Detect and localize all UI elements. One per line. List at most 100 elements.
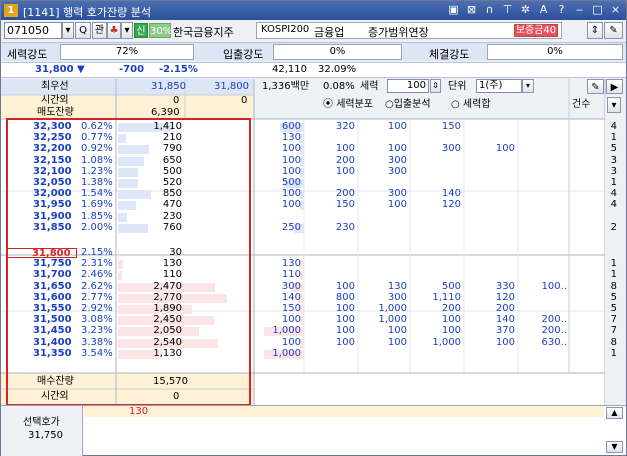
force-cell xyxy=(359,270,407,280)
market-index: KOSPI200 xyxy=(261,24,310,35)
search-icon[interactable]: Q xyxy=(75,22,91,39)
force-cell xyxy=(519,293,567,303)
force-cell: 120 xyxy=(441,199,461,211)
force-cell: 140 xyxy=(441,188,461,200)
inout-value: 0% xyxy=(273,44,402,60)
link-icon[interactable]: ∩ xyxy=(483,3,496,17)
force-cell: 200 xyxy=(335,154,355,166)
force-cell: 100 xyxy=(281,165,301,177)
force-cell: 150 xyxy=(335,199,355,211)
sell-offhours-label: 시간외 xyxy=(41,95,69,106)
force-cell xyxy=(413,156,461,166)
help-icon[interactable]: ? xyxy=(555,3,568,17)
force-cell: 800 xyxy=(335,291,355,303)
pin-icon[interactable]: ⊤ xyxy=(501,3,514,17)
count-cell xyxy=(581,248,617,258)
settings-icon[interactable]: ✲ xyxy=(519,3,532,17)
force-cell: 100 xyxy=(281,143,301,155)
tools-icon[interactable]: ✎ xyxy=(604,22,623,39)
sector-name: 금융업 xyxy=(314,26,345,39)
scroll-down-icon[interactable]: ▼ xyxy=(606,441,623,453)
force-input[interactable]: 100 xyxy=(387,79,429,93)
force-cell xyxy=(467,212,515,222)
maximize-icon[interactable]: □ xyxy=(591,3,604,17)
force-cell: 100 xyxy=(387,143,407,155)
window-title: [1141] 행력 호가잔량 분석 xyxy=(23,6,152,19)
updown-icon[interactable]: ⇕ xyxy=(587,22,603,39)
arrow-button[interactable]: ▾ xyxy=(121,22,133,39)
force-cell: 100 xyxy=(335,280,355,292)
count-cell: 1 xyxy=(610,258,617,270)
change-value: -700 xyxy=(119,64,145,75)
force-cell xyxy=(519,189,567,199)
radio-inout[interactable]: ○입출분석 xyxy=(385,100,431,110)
main-window: 1 [1141] 행력 호가잔량 분석 ▣ ⊠ ∩ ⊤ ✲ A ? ‒ □ × … xyxy=(0,0,627,456)
force-cell xyxy=(467,270,515,280)
force-cell xyxy=(359,259,407,269)
radio-force-sum[interactable]: ○ 세력합 xyxy=(451,100,491,110)
chevron-down-icon[interactable]: ▾ xyxy=(522,79,534,93)
force-cell xyxy=(519,167,567,177)
force-cell xyxy=(413,248,461,258)
close-icon[interactable]: × xyxy=(609,3,622,17)
stock-code-input[interactable]: 071050 xyxy=(4,22,62,39)
force-cell xyxy=(307,270,355,280)
force-cell: 300 xyxy=(387,188,407,200)
company-name: 한국금융지주 xyxy=(173,26,234,39)
force-cell: 150 xyxy=(441,121,461,132)
force-cell: 1,110 xyxy=(432,291,461,303)
force-cell xyxy=(359,349,407,359)
gwan-button[interactable]: 관 xyxy=(92,22,107,39)
grid-icon[interactable]: ⊠ xyxy=(465,3,478,17)
force-cell xyxy=(519,304,567,314)
force-cell xyxy=(307,133,355,143)
force-cell xyxy=(413,212,461,222)
force-cell: 100 xyxy=(441,325,461,337)
force-spin-button[interactable]: ⇕ xyxy=(430,79,441,93)
count-cell: 3 xyxy=(610,154,617,166)
filter-dropdown-button[interactable]: ▾ xyxy=(607,97,621,113)
best-bid: 31,800 xyxy=(214,81,249,92)
bell-icon[interactable]: ♣ xyxy=(107,22,121,39)
force-cell xyxy=(519,259,567,269)
force-cell: 100 xyxy=(387,121,407,132)
unit-select[interactable]: 1(주) xyxy=(476,79,522,93)
force-cell: 100 xyxy=(495,143,515,155)
force-cell xyxy=(413,259,461,269)
count-cell: 4 xyxy=(610,188,617,200)
code-dropdown-button[interactable]: ▾ xyxy=(62,22,74,39)
force-cell: 130 xyxy=(281,258,301,270)
force-cell xyxy=(413,133,461,143)
count-cell: 4 xyxy=(610,121,617,132)
wrench-icon[interactable]: ✎ xyxy=(587,79,604,94)
force-cell: 1,000 xyxy=(272,325,301,337)
force-cell xyxy=(467,259,515,269)
force-cell: 100 xyxy=(281,314,301,326)
count-cell: 8 xyxy=(610,336,617,348)
count-cell xyxy=(581,212,617,222)
force-cell xyxy=(359,133,407,143)
play-icon[interactable]: ▶ xyxy=(606,79,623,94)
lock-icon[interactable]: ▣ xyxy=(447,3,460,17)
force-cell: 130 xyxy=(387,280,407,292)
font-icon[interactable]: A xyxy=(537,3,550,17)
count-cell: 3 xyxy=(610,165,617,177)
radio-force-dist[interactable]: ⦿ 세력분포 xyxy=(323,100,373,110)
deposit-badge: 보증금40 xyxy=(514,24,558,37)
force-cell xyxy=(519,223,567,233)
force-cell: 100 xyxy=(387,325,407,337)
force-cell xyxy=(467,178,515,188)
force-cell xyxy=(359,178,407,188)
radio-selected-icon: ⦿ xyxy=(323,99,333,110)
minimize-icon[interactable]: ‒ xyxy=(573,3,586,17)
sell-total: 6,390 xyxy=(151,107,180,118)
force-cell xyxy=(359,212,407,222)
force-cell: 600 xyxy=(281,121,301,132)
select-qty: 130 xyxy=(129,406,149,417)
force-cell xyxy=(307,212,355,222)
current-price: 31,800 xyxy=(35,64,74,75)
force-cell: 100 xyxy=(335,336,355,348)
scroll-up-icon[interactable]: ▲ xyxy=(606,407,623,419)
force-cell xyxy=(519,133,567,143)
force-cell: 150 xyxy=(281,303,301,314)
